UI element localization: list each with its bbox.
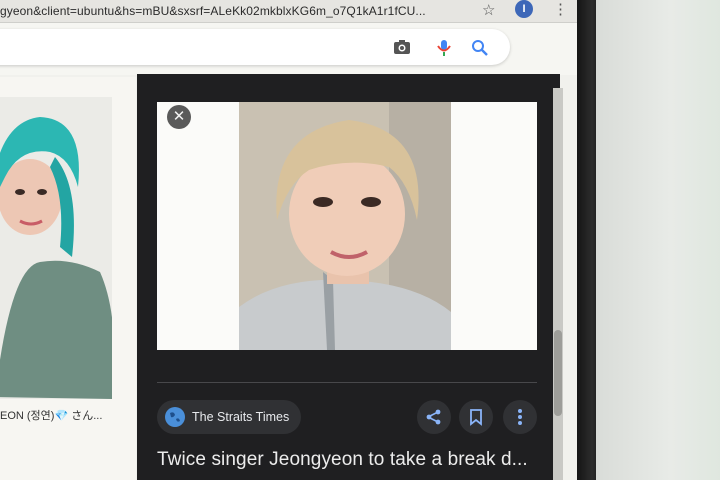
search-tools (392, 37, 492, 62)
image-viewer-panel: ✕ The Straits Times Twice singer Jeongye… (137, 74, 560, 480)
browser-menu-icon[interactable]: ⋮ (553, 0, 568, 18)
results-grid: EON (정연)💎 さん... (0, 77, 136, 480)
preview-image[interactable] (239, 102, 451, 350)
search-icon[interactable] (472, 40, 488, 56)
scrollbar-thumb[interactable] (554, 330, 562, 416)
more-options-button[interactable] (503, 400, 537, 434)
address-bar[interactable]: gyeon&client=ubuntu&hs=mBU&sxsrf=ALeKk02… (0, 0, 578, 23)
bookmark-icon (470, 409, 482, 426)
search-row (0, 23, 578, 75)
star-icon[interactable]: ☆ (482, 1, 495, 19)
mic-icon[interactable] (437, 40, 451, 56)
source-chip[interactable]: The Straits Times (157, 400, 302, 434)
close-icon: ✕ (172, 108, 186, 125)
profile-avatar[interactable]: I (515, 0, 533, 18)
share-button[interactable] (417, 400, 451, 434)
divider (157, 382, 537, 383)
share-icon (426, 409, 441, 425)
source-name: The Straits Times (192, 410, 290, 424)
globe-icon (165, 407, 185, 427)
result-thumbnail[interactable] (0, 97, 112, 399)
close-button[interactable]: ✕ (167, 105, 191, 129)
image-title-link[interactable]: Twice singer Jeongyeon to take a break d… (157, 449, 528, 471)
save-button[interactable] (459, 400, 493, 434)
camera-icon[interactable] (394, 40, 410, 54)
scrollbar[interactable] (553, 88, 563, 480)
result-caption[interactable]: EON (정연)💎 さん... (0, 407, 102, 423)
url-text[interactable]: gyeon&client=ubuntu&hs=mBU&sxsrf=ALeKk02… (0, 4, 468, 18)
background-wall (596, 0, 720, 480)
more-vert-icon (518, 409, 522, 425)
